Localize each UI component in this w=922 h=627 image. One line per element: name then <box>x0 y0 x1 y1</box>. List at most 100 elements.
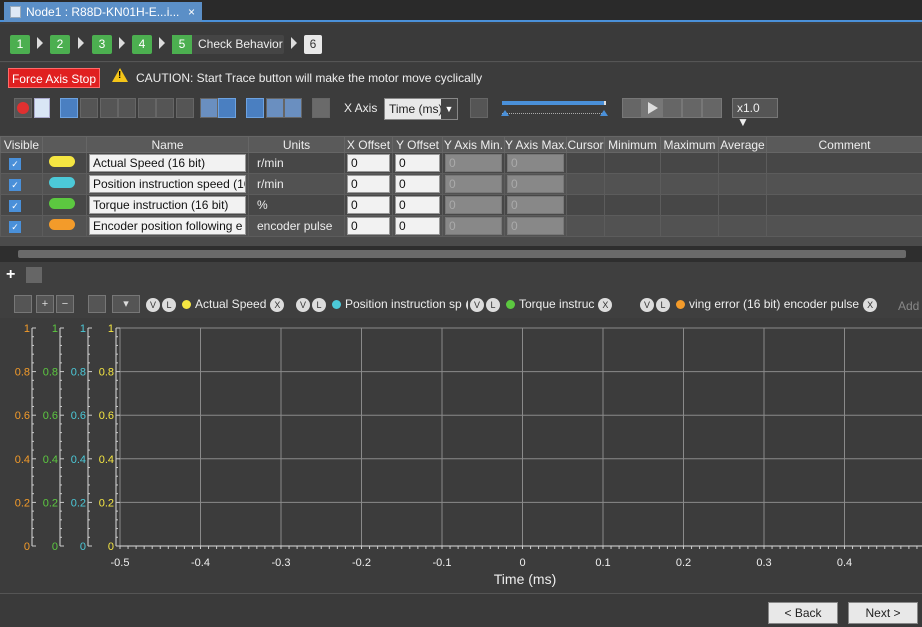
visible-checkbox[interactable]: ✓ <box>9 158 21 170</box>
step-5-current[interactable]: 5 Check Behavior <box>172 35 284 54</box>
remove-legend-icon[interactable]: X <box>598 297 613 312</box>
color-swatch[interactable] <box>49 198 75 209</box>
grid-horizontal-scrollbar[interactable] <box>0 246 922 262</box>
record-button[interactable] <box>14 98 32 118</box>
waveform-icon[interactable] <box>246 98 264 118</box>
x-offset-field[interactable]: 0 <box>347 154 390 172</box>
grid-view-icon[interactable] <box>60 98 78 118</box>
col-y-offset[interactable]: Y Offset <box>392 136 443 153</box>
step-3[interactable]: 3 <box>92 35 112 54</box>
step-6[interactable]: 6 <box>304 35 322 54</box>
remove-legend-icon[interactable]: X <box>863 297 878 312</box>
stop-trace-button[interactable] <box>34 98 50 118</box>
x-axis-select[interactable]: Time (ms) ▼ <box>384 98 458 120</box>
col-units[interactable]: Units <box>248 136 345 153</box>
y-offset-field[interactable]: 0 <box>395 154 440 172</box>
color-swatch[interactable] <box>49 156 75 167</box>
remove-legend-icon[interactable]: X <box>465 297 468 312</box>
playback-speed-select[interactable]: x1.0 ▼ <box>732 98 778 129</box>
measure-icon[interactable] <box>138 98 156 118</box>
comment-cell[interactable] <box>766 194 922 216</box>
fit-view-icon[interactable] <box>14 295 32 313</box>
close-tab-icon[interactable]: × <box>188 5 195 19</box>
legend-item[interactable]: V Lving error (16 bit) encoder pulse X <box>640 295 894 313</box>
legend-item[interactable]: V L Torque instruc X <box>470 295 638 313</box>
zoom-in-icon[interactable]: + <box>36 295 54 313</box>
legend-item[interactable]: V L Actual Speed X <box>146 295 294 313</box>
col-average[interactable]: Average <box>718 136 767 153</box>
table-view-icon[interactable] <box>88 295 106 313</box>
variable-name-field[interactable]: Torque instruction (16 bit) <box>89 196 246 214</box>
lock-toggle-icon[interactable]: L <box>312 297 326 312</box>
overlay-view-icon[interactable] <box>284 98 302 118</box>
grid-row[interactable]: ✓ Actual Speed (16 bit) r/min 0 0 0 0 <box>0 152 922 174</box>
step-4[interactable]: 4 <box>132 35 152 54</box>
play-icon[interactable] <box>642 98 662 118</box>
stop-icon[interactable] <box>682 98 702 118</box>
visible-toggle-icon[interactable]: V <box>640 297 654 312</box>
cursor-icon[interactable] <box>100 98 118 118</box>
export-icon[interactable] <box>156 98 174 118</box>
col-maximum[interactable]: Maximum <box>660 136 719 153</box>
auto-scale-icon[interactable] <box>470 98 488 118</box>
step-2[interactable]: 2 <box>50 35 70 54</box>
color-swatch[interactable] <box>49 177 75 188</box>
skip-forward-icon[interactable] <box>702 98 722 118</box>
col-comment[interactable]: Comment <box>766 136 922 153</box>
split-view-icon[interactable] <box>266 98 284 118</box>
variable-name-field[interactable]: Actual Speed (16 bit) <box>89 154 246 172</box>
col-visible[interactable]: Visible <box>0 136 43 153</box>
y-offset-field[interactable]: 0 <box>395 196 440 214</box>
col-minimum[interactable]: Minimum <box>604 136 661 153</box>
chart-settings-icon[interactable] <box>176 98 194 118</box>
gear-icon[interactable]: ▾ <box>112 295 140 313</box>
comment-cell[interactable] <box>766 215 922 237</box>
skip-back-icon[interactable] <box>622 98 642 118</box>
copy-icon[interactable] <box>312 98 330 118</box>
col-y-axis-min[interactable]: Y Axis Min. <box>442 136 505 153</box>
color-swatch[interactable] <box>49 219 75 230</box>
x-offset-field[interactable]: 0 <box>347 217 390 235</box>
col-color[interactable] <box>42 136 87 153</box>
col-y-axis-max[interactable]: Y Axis Max. <box>504 136 567 153</box>
zoom-out-icon[interactable]: − <box>56 295 74 313</box>
comment-cell[interactable] <box>766 152 922 174</box>
col-name[interactable]: Name <box>86 136 249 153</box>
y-offset-field[interactable]: 0 <box>395 175 440 193</box>
lock-toggle-icon[interactable]: L <box>162 297 176 312</box>
dual-cursor-icon[interactable] <box>118 98 136 118</box>
visible-checkbox[interactable]: ✓ <box>9 221 21 233</box>
visible-toggle-icon[interactable]: V <box>146 297 160 312</box>
lock-toggle-icon[interactable]: L <box>486 297 500 312</box>
grid-row[interactable]: ✓ Position instruction speed (16 r/min 0 0 0 0 <box>0 173 922 195</box>
lock-toggle-icon[interactable]: L <box>656 297 670 312</box>
wrench-icon[interactable] <box>200 98 218 118</box>
col-cursor[interactable]: Cursor <box>566 136 605 153</box>
table-icon[interactable] <box>218 98 236 118</box>
pause-icon[interactable] <box>662 98 682 118</box>
visible-checkbox[interactable]: ✓ <box>9 200 21 212</box>
y-offset-field[interactable]: 0 <box>395 217 440 235</box>
x-offset-field[interactable]: 0 <box>347 196 390 214</box>
grid-row[interactable]: ✓ Torque instruction (16 bit)% 0 0 0 0 <box>0 194 922 216</box>
next-button[interactable]: Next > <box>848 602 918 624</box>
remove-variable-button[interactable] <box>26 267 42 283</box>
step-1[interactable]: 1 <box>10 35 30 54</box>
visible-toggle-icon[interactable]: V <box>470 297 484 312</box>
slider-end-handle[interactable] <box>600 110 608 116</box>
x-offset-field[interactable]: 0 <box>347 175 390 193</box>
slider-start-handle[interactable] <box>501 110 509 116</box>
comment-cell[interactable] <box>766 173 922 195</box>
variable-name-field[interactable]: Encoder position following e <box>89 217 246 235</box>
node-tab[interactable]: Node1 : R88D-KN01H-E...i... × <box>4 2 202 22</box>
variable-name-field[interactable]: Position instruction speed (16 <box>89 175 246 193</box>
remove-legend-icon[interactable]: X <box>270 297 285 312</box>
scrollbar-thumb[interactable] <box>18 250 906 258</box>
grid-row[interactable]: ✓ Encoder position following e encoder pul… <box>0 215 922 237</box>
add-variable-button[interactable]: + <box>6 267 22 283</box>
legend-item[interactable]: VL Position instruction spX <box>296 295 468 313</box>
line-chart-icon[interactable] <box>80 98 98 118</box>
add-legend-link[interactable]: Add <box>898 299 919 313</box>
force-axis-stop-button[interactable]: Force Axis Stop <box>8 68 100 88</box>
trace-range-slider[interactable] <box>501 99 608 117</box>
